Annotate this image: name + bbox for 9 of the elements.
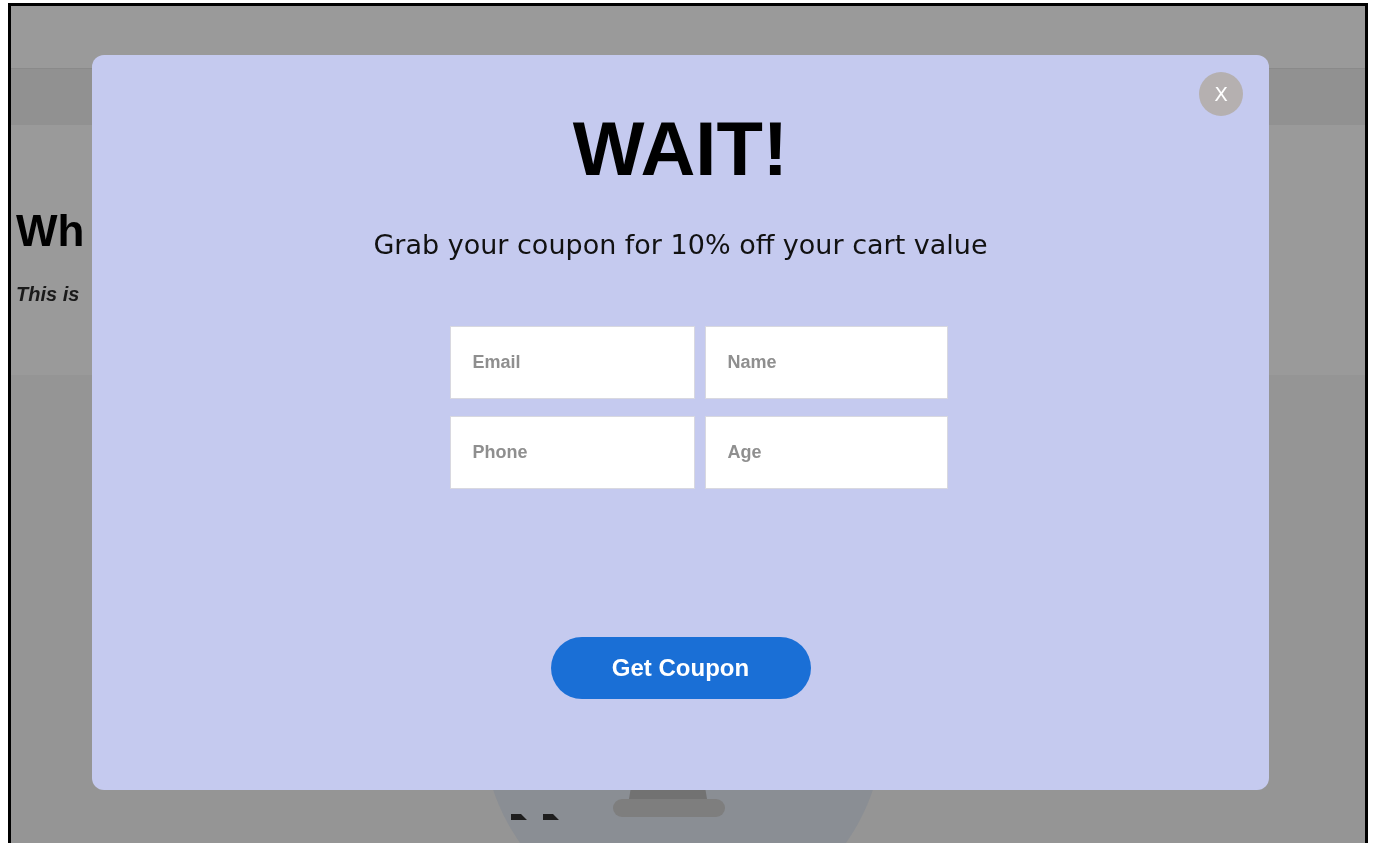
page-heading: Wh xyxy=(16,207,85,256)
input-field[interactable]: Phone xyxy=(449,415,695,489)
get-coupon-button[interactable]: Get Coupon xyxy=(550,636,811,699)
input-field[interactable]: Age xyxy=(704,415,948,489)
popup-title: WAIT! xyxy=(572,107,789,191)
input-field[interactable]: Name xyxy=(704,325,948,399)
intro-text: This is xyxy=(16,283,80,307)
input-field[interactable]: Email xyxy=(449,325,695,399)
popup-subtitle: Grab your coupon for 10% off your cart value xyxy=(373,228,988,260)
